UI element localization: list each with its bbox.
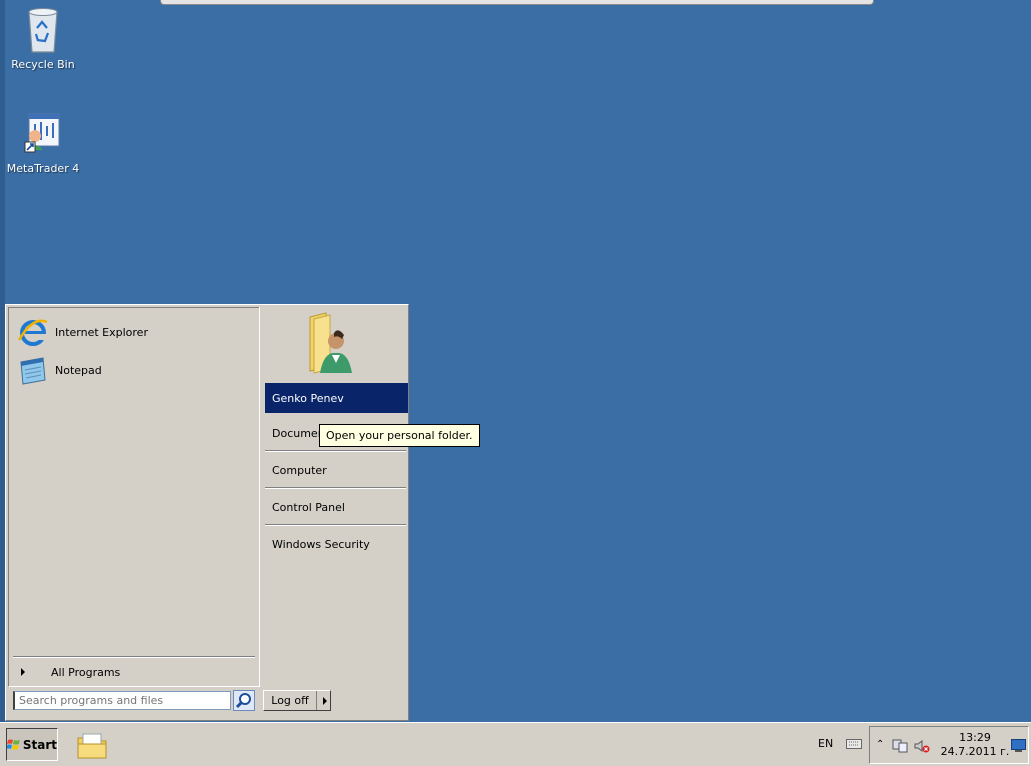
metatrader-icon [23, 110, 63, 158]
clock-time: 13:29 [959, 731, 991, 744]
taskbar: Start EN ⌃ 13:29 24.7.2011 г. [0, 722, 1031, 766]
places-separator [265, 524, 406, 526]
log-off-label: Log off [264, 691, 317, 710]
desktop-icon-label: Recycle Bin [11, 58, 75, 71]
show-desktop-icon[interactable] [1011, 739, 1026, 752]
place-label: Genko Penev [272, 391, 344, 405]
language-indicator[interactable]: EN [818, 737, 833, 750]
volume-muted-icon[interactable] [914, 739, 930, 753]
start-label: Start [22, 737, 57, 752]
clock[interactable]: 13:29 24.7.2011 г. [940, 731, 1010, 759]
place-windows-security[interactable]: Windows Security [265, 529, 408, 559]
keyboard-icon[interactable] [846, 737, 862, 749]
user-folder-icon[interactable] [304, 311, 360, 377]
windows-logo-icon [7, 739, 20, 749]
show-hidden-icons-icon[interactable]: ⌃ [876, 739, 884, 750]
top-window-edge [160, 0, 874, 5]
desktop-icon-label: MetaTrader 4 [6, 162, 80, 175]
internet-explorer-icon [17, 316, 49, 348]
place-computer[interactable]: Computer [265, 455, 408, 485]
folder-icon [77, 733, 107, 759]
place-label: Computer [272, 463, 327, 477]
place-label: Windows Security [272, 537, 370, 551]
windows-explorer-taskbar-button[interactable] [75, 730, 109, 762]
start-menu-places-pane: Genko Penev Documents Computer Control P… [259, 307, 408, 685]
desktop-icon-metatrader[interactable]: MetaTrader 4 [3, 110, 83, 175]
arrow-right-icon [21, 668, 25, 676]
all-programs-label: All Programs [51, 665, 121, 679]
tooltip: Open your personal folder. [319, 424, 480, 447]
recycle-bin-icon [23, 6, 63, 54]
search-icon [235, 693, 251, 709]
program-notepad[interactable]: Notepad [17, 352, 253, 388]
notepad-icon [17, 354, 49, 386]
desktop-icon-recycle-bin[interactable]: Recycle Bin [3, 6, 83, 71]
program-label: Internet Explorer [55, 325, 148, 339]
log-off-button[interactable]: Log off [263, 690, 331, 711]
all-programs-button[interactable]: All Programs [15, 663, 255, 681]
start-menu: Internet Explorer Notepad All Programs G… [5, 304, 409, 721]
programs-separator [13, 656, 255, 658]
place-control-panel[interactable]: Control Panel [265, 492, 408, 522]
start-button[interactable]: Start [6, 728, 58, 761]
place-user-folder[interactable]: Genko Penev [265, 383, 408, 413]
places-separator [265, 450, 406, 452]
search-button[interactable] [233, 690, 255, 711]
network-icon[interactable] [892, 739, 908, 753]
log-off-options-arrow-icon[interactable] [323, 696, 327, 705]
program-label: Notepad [55, 363, 102, 377]
clock-date: 24.7.2011 г. [940, 745, 1010, 758]
place-label: Control Panel [272, 500, 345, 514]
places-separator [265, 487, 406, 489]
start-menu-programs-pane: Internet Explorer Notepad All Programs [8, 307, 260, 687]
search-input[interactable] [13, 691, 231, 710]
notification-area: ⌃ 13:29 24.7.2011 г. [869, 726, 1029, 764]
program-internet-explorer[interactable]: Internet Explorer [17, 314, 253, 350]
